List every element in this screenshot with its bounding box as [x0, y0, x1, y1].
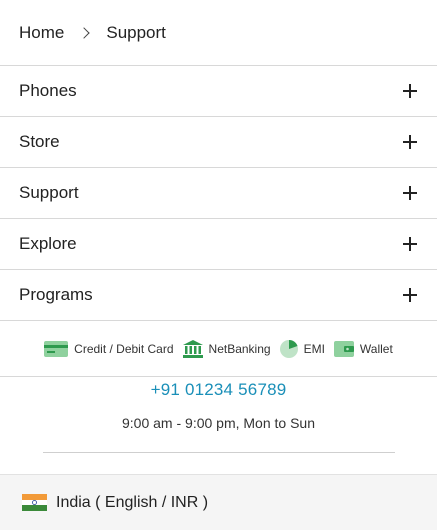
- region-label: India ( English / INR ): [56, 493, 209, 511]
- payment-netbanking-label: NetBanking: [208, 341, 271, 356]
- bank-icon: [182, 339, 203, 358]
- accordion-explore[interactable]: Explore: [0, 219, 437, 270]
- payment-emi: EMI: [279, 339, 325, 358]
- payment-card-label: Credit / Debit Card: [74, 341, 174, 356]
- wallet-icon: [333, 340, 354, 357]
- accordion-store[interactable]: Store: [0, 117, 437, 168]
- breadcrumb-current: Support: [106, 22, 166, 42]
- chakra-icon: [32, 500, 37, 505]
- payment-wallet: Wallet: [333, 340, 393, 357]
- accordion-label: Support: [19, 183, 79, 202]
- accordion-support[interactable]: Support: [0, 168, 437, 219]
- accordion-label: Explore: [19, 234, 77, 253]
- contact-section: +91 01234 56789 9:00 am - 9:00 pm, Mon t…: [0, 380, 437, 453]
- support-hours: 9:00 am - 9:00 pm, Mon to Sun: [122, 415, 315, 431]
- plus-icon[interactable]: [403, 135, 417, 149]
- accordion-label: Programs: [19, 285, 93, 304]
- payment-methods: Credit / Debit Card NetBanking EMI Walle…: [0, 321, 437, 377]
- phone-link[interactable]: +91 01234 56789: [0, 380, 437, 400]
- region-selector[interactable]: India ( English / INR ): [0, 474, 437, 530]
- breadcrumb: Home Support: [0, 0, 437, 66]
- credit-card-icon: [44, 340, 69, 357]
- accordion-phones[interactable]: Phones: [0, 66, 437, 117]
- plus-icon[interactable]: [403, 288, 417, 302]
- divider: [43, 452, 395, 453]
- plus-icon[interactable]: [403, 84, 417, 98]
- breadcrumb-home-link[interactable]: Home: [19, 23, 64, 43]
- pie-chart-icon: [279, 339, 298, 358]
- india-flag-icon: [22, 494, 47, 512]
- payment-emi-label: EMI: [303, 341, 325, 356]
- chevron-right-icon: [78, 26, 91, 39]
- payment-wallet-label: Wallet: [359, 341, 393, 356]
- plus-icon[interactable]: [403, 237, 417, 251]
- payment-netbanking: NetBanking: [182, 339, 271, 358]
- payment-card: Credit / Debit Card: [44, 340, 174, 357]
- accordion-menu: Phones Store Support Explore Programs: [0, 66, 437, 321]
- plus-icon[interactable]: [403, 186, 417, 200]
- accordion-label: Store: [19, 132, 60, 151]
- accordion-label: Phones: [19, 81, 77, 100]
- accordion-programs[interactable]: Programs: [0, 270, 437, 321]
